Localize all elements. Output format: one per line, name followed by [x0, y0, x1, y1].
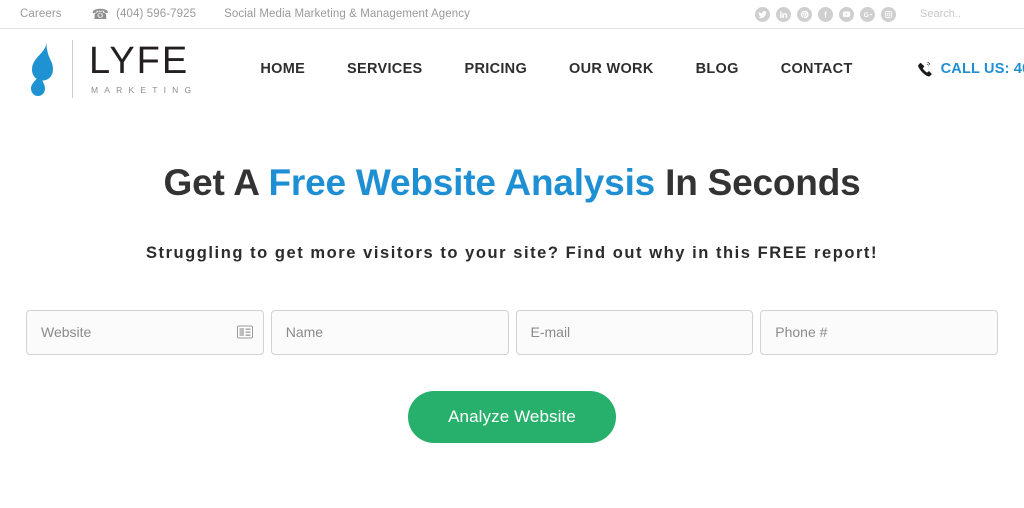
pinterest-icon[interactable] — [797, 6, 812, 22]
nav-item-services[interactable]: SERVICES — [326, 61, 443, 77]
main-navigation: HOME SERVICES PRICING OUR WORK BLOG CONT… — [239, 61, 873, 77]
flame-icon — [22, 39, 62, 99]
name-input[interactable] — [270, 309, 509, 355]
logo-divider — [72, 40, 73, 98]
headline-part-1: Get A — [163, 162, 269, 203]
call-us-link[interactable]: CALL US: 404-596-7925 — [916, 61, 1024, 78]
topbar-phone-number[interactable]: (404) 596-7925 — [116, 8, 196, 20]
top-utility-bar: Careers ☎ (404) 596-7925 Social Media Ma… — [0, 0, 1024, 29]
googleplus-icon[interactable] — [860, 6, 875, 22]
nav-item-contact[interactable]: CONTACT — [760, 61, 874, 77]
logo-wordmark-group: LYFE MARKETING — [89, 39, 198, 96]
contact-card-icon[interactable] — [236, 325, 253, 339]
facebook-icon[interactable] — [818, 6, 833, 22]
twitter-icon[interactable] — [755, 6, 770, 22]
topbar-tagline: Social Media Marketing & Management Agen… — [224, 8, 470, 20]
phone-ringing-icon — [916, 61, 933, 78]
careers-link[interactable]: Careers — [20, 8, 62, 20]
phone-input[interactable] — [760, 309, 998, 355]
cta-row: Analyze Website — [0, 390, 1024, 443]
social-links — [755, 6, 896, 22]
topbar-left-group: Careers ☎ (404) 596-7925 Social Media Ma… — [20, 7, 470, 21]
hero-section: Get A Free Website Analysis In Seconds S… — [0, 109, 1024, 443]
hero-subheadline: Struggling to get more visitors to your … — [145, 243, 879, 262]
website-field-wrapper — [26, 309, 264, 355]
nav-item-blog[interactable]: BLOG — [675, 61, 760, 77]
nav-item-home[interactable]: HOME — [239, 61, 326, 77]
analyze-website-button[interactable]: Analyze Website — [408, 390, 616, 443]
name-field-wrapper — [270, 309, 509, 355]
nav-item-pricing[interactable]: PRICING — [444, 61, 549, 77]
logo-wordmark: LYFE — [89, 39, 190, 82]
email-input[interactable] — [515, 309, 754, 355]
headline-part-2: In Seconds — [655, 162, 861, 203]
website-analysis-form — [26, 309, 998, 355]
nav-item-our-work[interactable]: OUR WORK — [548, 61, 675, 77]
website-input[interactable] — [26, 309, 264, 355]
call-us-label: CALL US: 404-596-7925 — [940, 61, 1024, 77]
linkedin-icon[interactable] — [776, 6, 791, 22]
telephone-icon: ☎ — [91, 6, 110, 22]
page-title: Get A Free Website Analysis In Seconds — [0, 162, 1024, 204]
site-header: LYFE MARKETING HOME SERVICES PRICING OUR… — [0, 29, 1024, 109]
headline-accent: Free Website Analysis — [268, 162, 656, 203]
search-input[interactable] — [918, 7, 1010, 21]
instagram-icon[interactable] — [881, 6, 896, 22]
logo-subtitle: MARKETING — [91, 85, 198, 96]
email-field-wrapper — [515, 309, 754, 355]
site-logo[interactable]: LYFE MARKETING — [22, 38, 197, 100]
topbar-right-group — [755, 6, 1010, 22]
youtube-icon[interactable] — [839, 6, 854, 22]
phone-field-wrapper — [760, 309, 998, 355]
